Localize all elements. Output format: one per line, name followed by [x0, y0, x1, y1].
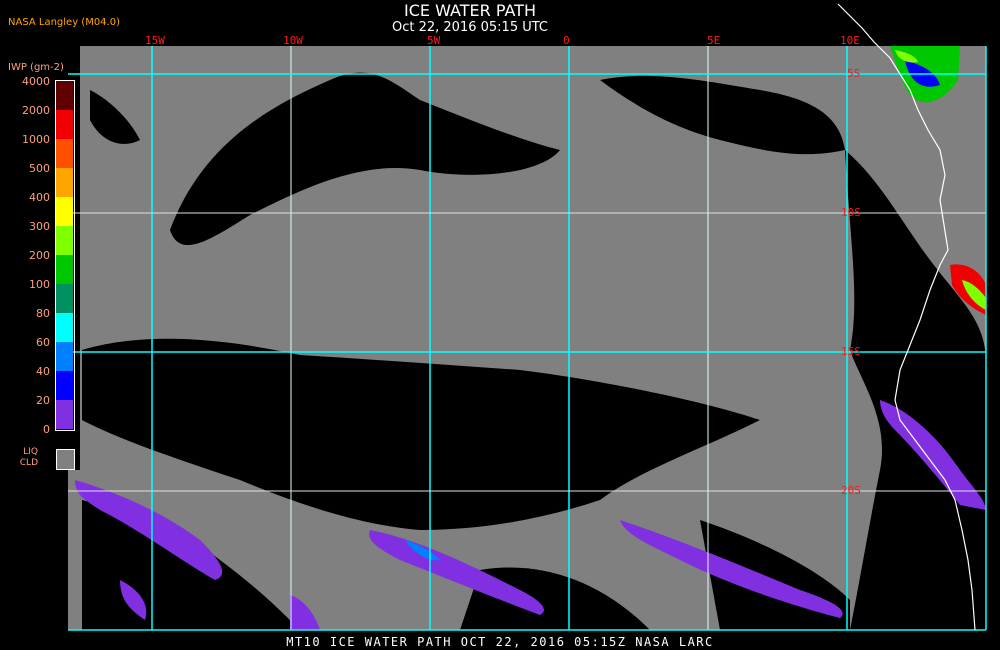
colorbar-tick: 80	[36, 307, 50, 320]
satellite-map	[68, 3, 987, 631]
colorbar-swatch	[56, 342, 73, 371]
colorbar-swatch	[56, 284, 73, 313]
colorbar-tick: 2000	[22, 104, 50, 117]
lon-label-0: 0	[563, 34, 570, 47]
colorbar-tick: 300	[29, 220, 50, 233]
colorbar-tick: 500	[29, 162, 50, 175]
map-title: ICE WATER PATH	[404, 1, 536, 20]
colorbar-swatch	[56, 313, 73, 342]
colorbar-swatch	[56, 110, 73, 139]
map-timestamp: Oct 22, 2016 05:15 UTC	[392, 20, 548, 35]
colorbar-tick: 400	[29, 191, 50, 204]
lon-label-10e: 10E	[840, 34, 860, 47]
liq-label: LIQ	[23, 447, 38, 457]
colorbar-swatch	[56, 226, 73, 255]
colorbar-units: IWP (gm-2)	[8, 62, 64, 73]
cld-label: CLD	[19, 458, 38, 468]
colorbar-tick: 200	[29, 249, 50, 262]
footer-caption: MT10 ICE WATER PATH OCT 22, 2016 05:15Z …	[286, 635, 714, 649]
colorbar-tick: 1000	[22, 133, 50, 146]
colorbar-swatch	[56, 197, 73, 226]
liquid-cloud-swatch	[56, 449, 75, 470]
liquid-cloud-background	[80, 46, 986, 630]
lon-label-15w: 15W	[145, 34, 165, 47]
lat-label-10s: 10S	[841, 206, 861, 219]
lon-label-5e: 5E	[707, 34, 721, 47]
colorbar-tick: 60	[36, 336, 50, 349]
lon-label-10w: 10W	[283, 34, 303, 47]
colorbar-tick: 4000	[22, 75, 50, 88]
lat-label-20s: 20S	[841, 484, 861, 497]
lon-label-5w: 5W	[427, 34, 441, 47]
colorbar-tick: 40	[36, 365, 50, 378]
colorbar-swatch	[56, 139, 73, 168]
colorbar-tick: 100	[29, 278, 50, 291]
lat-label-5s: 5S	[847, 67, 861, 80]
colorbar-swatch	[56, 255, 73, 284]
colorbar-swatch	[56, 400, 73, 429]
lat-label-15s: 15S	[841, 345, 861, 358]
colorbar-tick: 0	[43, 423, 50, 436]
producer-label: NASA Langley (M04.0)	[8, 17, 120, 28]
colorbar-tick: 20	[36, 394, 50, 407]
colorbar-swatch	[56, 168, 73, 197]
colorbar-swatch	[56, 371, 73, 400]
colorbar-swatch	[56, 81, 73, 110]
